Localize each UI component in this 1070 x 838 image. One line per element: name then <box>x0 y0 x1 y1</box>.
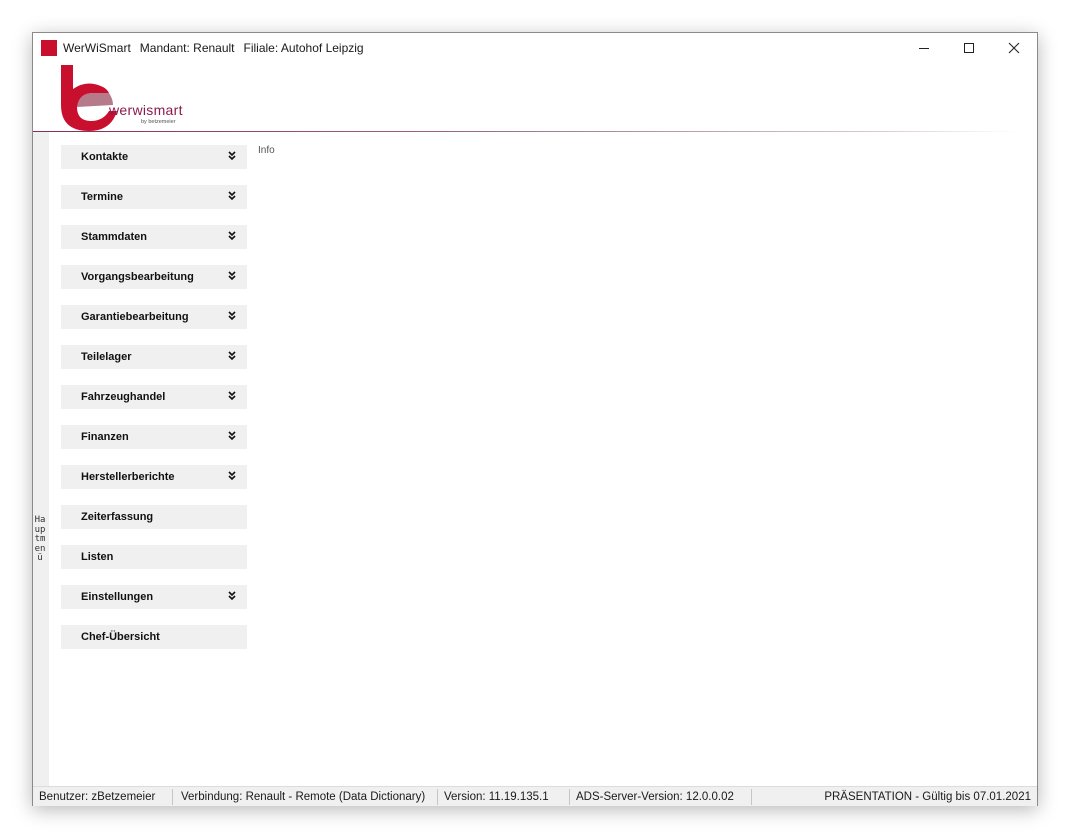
status-user: Benutzer: zBetzemeier <box>39 791 156 803</box>
status-version: Version: 11.19.135.1 <box>444 791 549 803</box>
title-bar[interactable]: WerWiSmart Mandant: Renault Filiale: Autoh… <box>33 33 1037 63</box>
menu-item-label: Kontakte <box>81 151 129 163</box>
chevron-double-down-icon[interactable] <box>227 470 237 482</box>
chevron-double-down-icon[interactable] <box>227 590 237 602</box>
chevron-double-down-icon[interactable] <box>227 270 237 282</box>
menu-item-teilelager[interactable]: Teilelager <box>61 345 247 369</box>
hauptmenu-label: Hauptmenü <box>34 515 46 563</box>
menu-item-herstellerberichte[interactable]: Herstellerberichte <box>61 465 247 489</box>
menu-item-stammdaten[interactable]: Stammdaten <box>61 225 247 249</box>
menu-item-vorgangsbearbeitung[interactable]: Vorgangsbearbeitung <box>61 265 247 289</box>
mandant-label: Mandant: Renault <box>139 41 235 55</box>
close-button[interactable] <box>991 33 1037 63</box>
main-window: WerWiSmart Mandant: Renault Filiale: Autoh… <box>32 32 1038 806</box>
menu-item-fahrzeughandel[interactable]: Fahrzeughandel <box>61 385 247 409</box>
minimize-icon <box>919 47 929 49</box>
menu-item-label: Chef-Übersicht <box>81 631 160 643</box>
menu-item-label: Zeiterfassung <box>81 511 154 523</box>
menu-item-label: Einstellungen <box>81 591 154 603</box>
window-title: WerWiSmart Mandant: Renault Filiale: Autoh… <box>63 41 373 55</box>
menu-item-chef-uebersicht[interactable]: Chef-Übersicht <box>61 625 247 649</box>
chevron-double-down-icon[interactable] <box>227 350 237 362</box>
werwismart-logo: werwismart by betzemeier <box>57 65 182 133</box>
menu-item-kontakte[interactable]: Kontakte <box>61 145 247 169</box>
status-separator <box>172 789 173 805</box>
status-separator <box>437 789 438 805</box>
menu-item-garantiebearbeitung[interactable]: Garantiebearbeitung <box>61 305 247 329</box>
menu-item-label: Finanzen <box>81 431 129 443</box>
menu-item-label: Termine <box>81 191 123 203</box>
chevron-double-down-icon[interactable] <box>227 310 237 322</box>
status-connection: Verbindung: Renault - Remote (Data Dicti… <box>181 791 426 803</box>
maximize-icon <box>964 43 974 53</box>
close-icon <box>1008 42 1020 54</box>
menu-item-einstellungen[interactable]: Einstellungen <box>61 585 247 609</box>
chevron-double-down-icon[interactable] <box>227 430 237 442</box>
app-name: WerWiSmart <box>63 41 131 55</box>
filiale-label: Filiale: Autohof Leipzig <box>243 41 364 55</box>
menu-item-listen[interactable]: Listen <box>61 545 247 569</box>
menu-item-zeiterfassung[interactable]: Zeiterfassung <box>61 505 247 529</box>
app-icon <box>41 40 57 56</box>
chevron-double-down-icon[interactable] <box>227 230 237 242</box>
status-ads-version: ADS-Server-Version: 12.0.0.02 <box>576 791 734 803</box>
app-header: werwismart by betzemeier Info <box>33 63 1037 156</box>
hauptmenu-strip[interactable]: Hauptmenü <box>33 132 49 786</box>
main-menu: Kontakte Termine Stammdaten Vorgangsbearbei… <box>61 145 247 665</box>
menu-item-label: Stammdaten <box>81 231 148 243</box>
status-license: PRÄSENTATION - Gültig bis 07.01.2021 <box>824 791 1031 803</box>
menu-item-label: Vorgangsbearbeitung <box>81 271 194 283</box>
maximize-button[interactable] <box>946 33 992 63</box>
logo-subtext: by betzemeier <box>141 119 176 125</box>
logo-text: werwismart <box>109 102 183 118</box>
chevron-double-down-icon[interactable] <box>227 390 237 402</box>
chevron-double-down-icon[interactable] <box>227 190 237 202</box>
menu-item-finanzen[interactable]: Finanzen <box>61 425 247 449</box>
status-bar: Benutzer: zBetzemeier Verbindung: Renaul… <box>33 786 1037 806</box>
header-divider <box>33 131 1018 132</box>
menu-item-label: Herstellerberichte <box>81 471 175 483</box>
chevron-double-down-icon[interactable] <box>227 150 237 162</box>
menu-item-label: Garantiebearbeitung <box>81 311 189 323</box>
status-separator <box>751 789 752 805</box>
menu-item-label: Listen <box>81 551 114 563</box>
status-separator <box>569 789 570 805</box>
minimize-button[interactable] <box>901 33 947 63</box>
menu-item-termine[interactable]: Termine <box>61 185 247 209</box>
menu-item-label: Fahrzeughandel <box>81 391 166 403</box>
tab-info[interactable]: Info <box>258 145 275 156</box>
menu-item-label: Teilelager <box>81 351 132 363</box>
